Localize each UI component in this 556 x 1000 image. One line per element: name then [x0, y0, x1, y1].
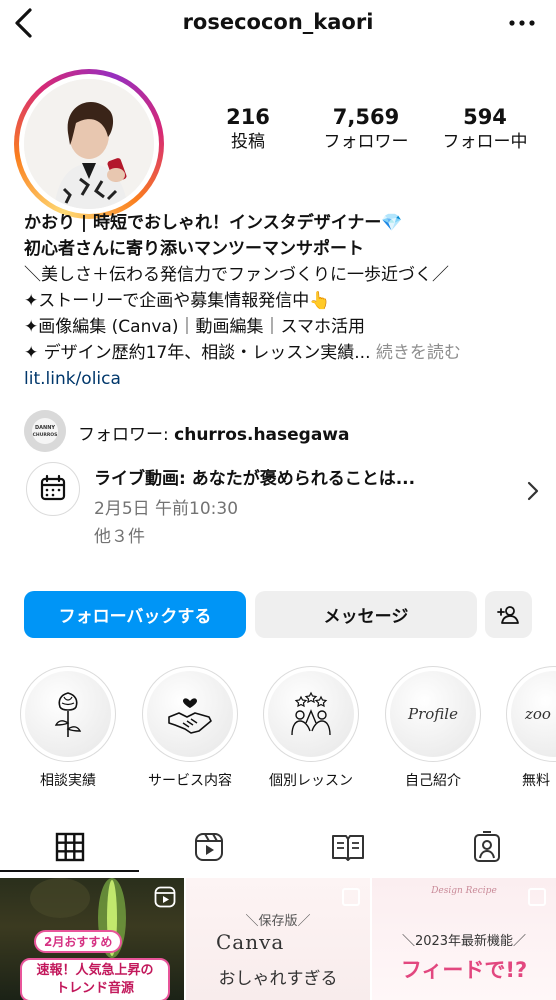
follower-avatar-image: DANNY CHURROS — [24, 410, 66, 452]
stat-following[interactable]: 594 フォロー中 — [425, 104, 545, 154]
post-subtitle: ＼保存版／ — [245, 914, 311, 929]
tagged-icon — [473, 831, 500, 862]
handshake-icon — [168, 698, 212, 734]
profile-script-text: Profile — [408, 705, 458, 723]
post-thumbnail[interactable]: ＼保存版／ Canva おしゃれすぎる — [186, 878, 370, 1000]
profile-avatar — [24, 79, 154, 209]
chevron-right-icon — [527, 481, 539, 501]
bio-line-2: 初心者さんに寄り添いマンツーマンサポート — [24, 239, 364, 259]
posts-label: 投稿 — [231, 132, 265, 152]
bio-line-5: ✦画像編集 (Canva)｜動画編集｜スマホ活用 — [24, 317, 365, 337]
profile-tabs — [0, 822, 556, 872]
tab-reels[interactable] — [139, 822, 278, 872]
bio-name-line: かおり | 時短でおしゃれ！インスタデザイナー💎 — [24, 213, 403, 233]
highlight-consult-record[interactable]: 相談実績 — [20, 666, 116, 790]
highlight-label: サービス内容 — [148, 773, 232, 789]
highlight-label: 無料 — [522, 773, 550, 789]
post-caption: 速報！人気急上昇の トレンド音源 — [20, 958, 170, 1000]
following-count: 594 — [463, 105, 507, 129]
highlight-private-lesson[interactable]: 個別レッスン — [263, 666, 359, 790]
follower-avatar: DANNY CHURROS — [24, 410, 66, 452]
rose-icon — [54, 692, 82, 737]
team-stars-icon — [291, 691, 331, 736]
guide-icon — [331, 835, 364, 861]
event-title: ライブ動画: あなたが褒められることは... — [94, 469, 416, 489]
tab-tagged[interactable] — [417, 822, 556, 872]
read-more-link[interactable]: 続きを読む — [376, 343, 461, 363]
bio-link[interactable]: lit.link/olica — [24, 366, 544, 392]
post-title: Canva — [216, 930, 285, 954]
post-thumbnail[interactable]: 2月おすすめ 速報！人気急上昇の トレンド音源 — [0, 878, 184, 1000]
reels-icon — [194, 833, 223, 861]
post-line: おしゃれすぎる — [218, 969, 338, 989]
stat-posts[interactable]: 216 投稿 — [188, 104, 308, 154]
reel-indicator-icon — [154, 886, 176, 908]
active-tab-indicator — [0, 870, 139, 872]
highlight-label: 個別レッスン — [269, 773, 353, 789]
message-button[interactable]: メッセージ — [255, 591, 477, 638]
posts-grid: 2月おすすめ 速報！人気急上昇の トレンド音源 ＼保存版／ Canva おしゃれ… — [0, 878, 556, 1000]
bio-line-4: ✦ストーリーで企画や募集情報発信中👆 — [24, 291, 331, 311]
followed-by-prefix: フォロワー: — [78, 425, 175, 445]
multi-post-icon — [342, 888, 360, 906]
tab-guides[interactable] — [278, 822, 417, 872]
highlight-free[interactable]: zoo 無料 — [506, 666, 556, 790]
add-person-icon — [496, 605, 519, 624]
bio-line-6-row: ✦ デザイン歴約17年、相談・レッスン実績... 続きを読む — [24, 340, 544, 366]
story-ring[interactable] — [14, 69, 164, 219]
event-icon-circle — [26, 462, 80, 516]
highlight-service[interactable]: サービス内容 — [142, 666, 238, 790]
calendar-icon — [40, 474, 65, 500]
post-brand: Design Recipe — [431, 886, 497, 896]
followed-by-row[interactable]: DANNY CHURROS フォロワー: churros.hasegawa — [24, 410, 544, 452]
followed-by-text: フォロワー: churros.hasegawa — [78, 420, 350, 445]
top-bar: rosecocon_kaori — [0, 0, 556, 52]
grid-icon — [55, 832, 84, 862]
svg-text:CHURROS: CHURROS — [33, 432, 58, 438]
posts-count: 216 — [226, 105, 270, 129]
post-badge: 2月おすすめ — [34, 930, 123, 953]
avatar-portrait-image — [24, 79, 154, 209]
highlight-label: 相談実績 — [40, 773, 96, 789]
bio-line-6: ✦ デザイン歴約17年、相談・レッスン実績... — [24, 343, 371, 363]
profile-bio: かおり | 時短でおしゃれ！インスタデザイナー💎 初心者さんに寄り添いマンツーマ… — [24, 210, 544, 392]
profile-username: rosecocon_kaori — [182, 10, 374, 34]
highlight-label: 自己紹介 — [405, 773, 461, 789]
post-title: フィードで!? — [400, 958, 528, 982]
event-more-count: 他３件 — [94, 527, 145, 547]
upcoming-event-row[interactable]: ライブ動画: あなたが褒められることは... 2月5日 午前10:30 他３件 — [24, 456, 544, 548]
tab-posts-grid[interactable] — [0, 822, 139, 872]
bio-line-3: ＼美しさ＋伝わる発信力でファンづくりに一歩近づく／ — [24, 265, 449, 285]
suggested-people-button[interactable] — [485, 591, 532, 638]
post-thumbnail[interactable]: Design Recipe ＼2023年最新機能／ フィードで!? — [372, 878, 556, 1000]
following-label: フォロー中 — [442, 132, 528, 152]
followers-count: 7,569 — [332, 105, 400, 129]
event-date: 2月5日 午前10:30 — [94, 499, 239, 519]
svg-text:DANNY: DANNY — [35, 425, 55, 431]
stat-followers[interactable]: 7,569 フォロワー — [306, 104, 426, 154]
zoom-script-text: zoo — [525, 705, 551, 723]
followers-label: フォロワー — [323, 132, 409, 152]
followed-by-name: churros.hasegawa — [174, 425, 350, 445]
post-subtitle: ＼2023年最新機能／ — [401, 934, 527, 949]
more-options-icon[interactable] — [508, 18, 536, 28]
highlight-self-intro[interactable]: Profile 自己紹介 — [385, 666, 481, 790]
follow-back-button[interactable]: フォローバックする — [24, 591, 246, 638]
